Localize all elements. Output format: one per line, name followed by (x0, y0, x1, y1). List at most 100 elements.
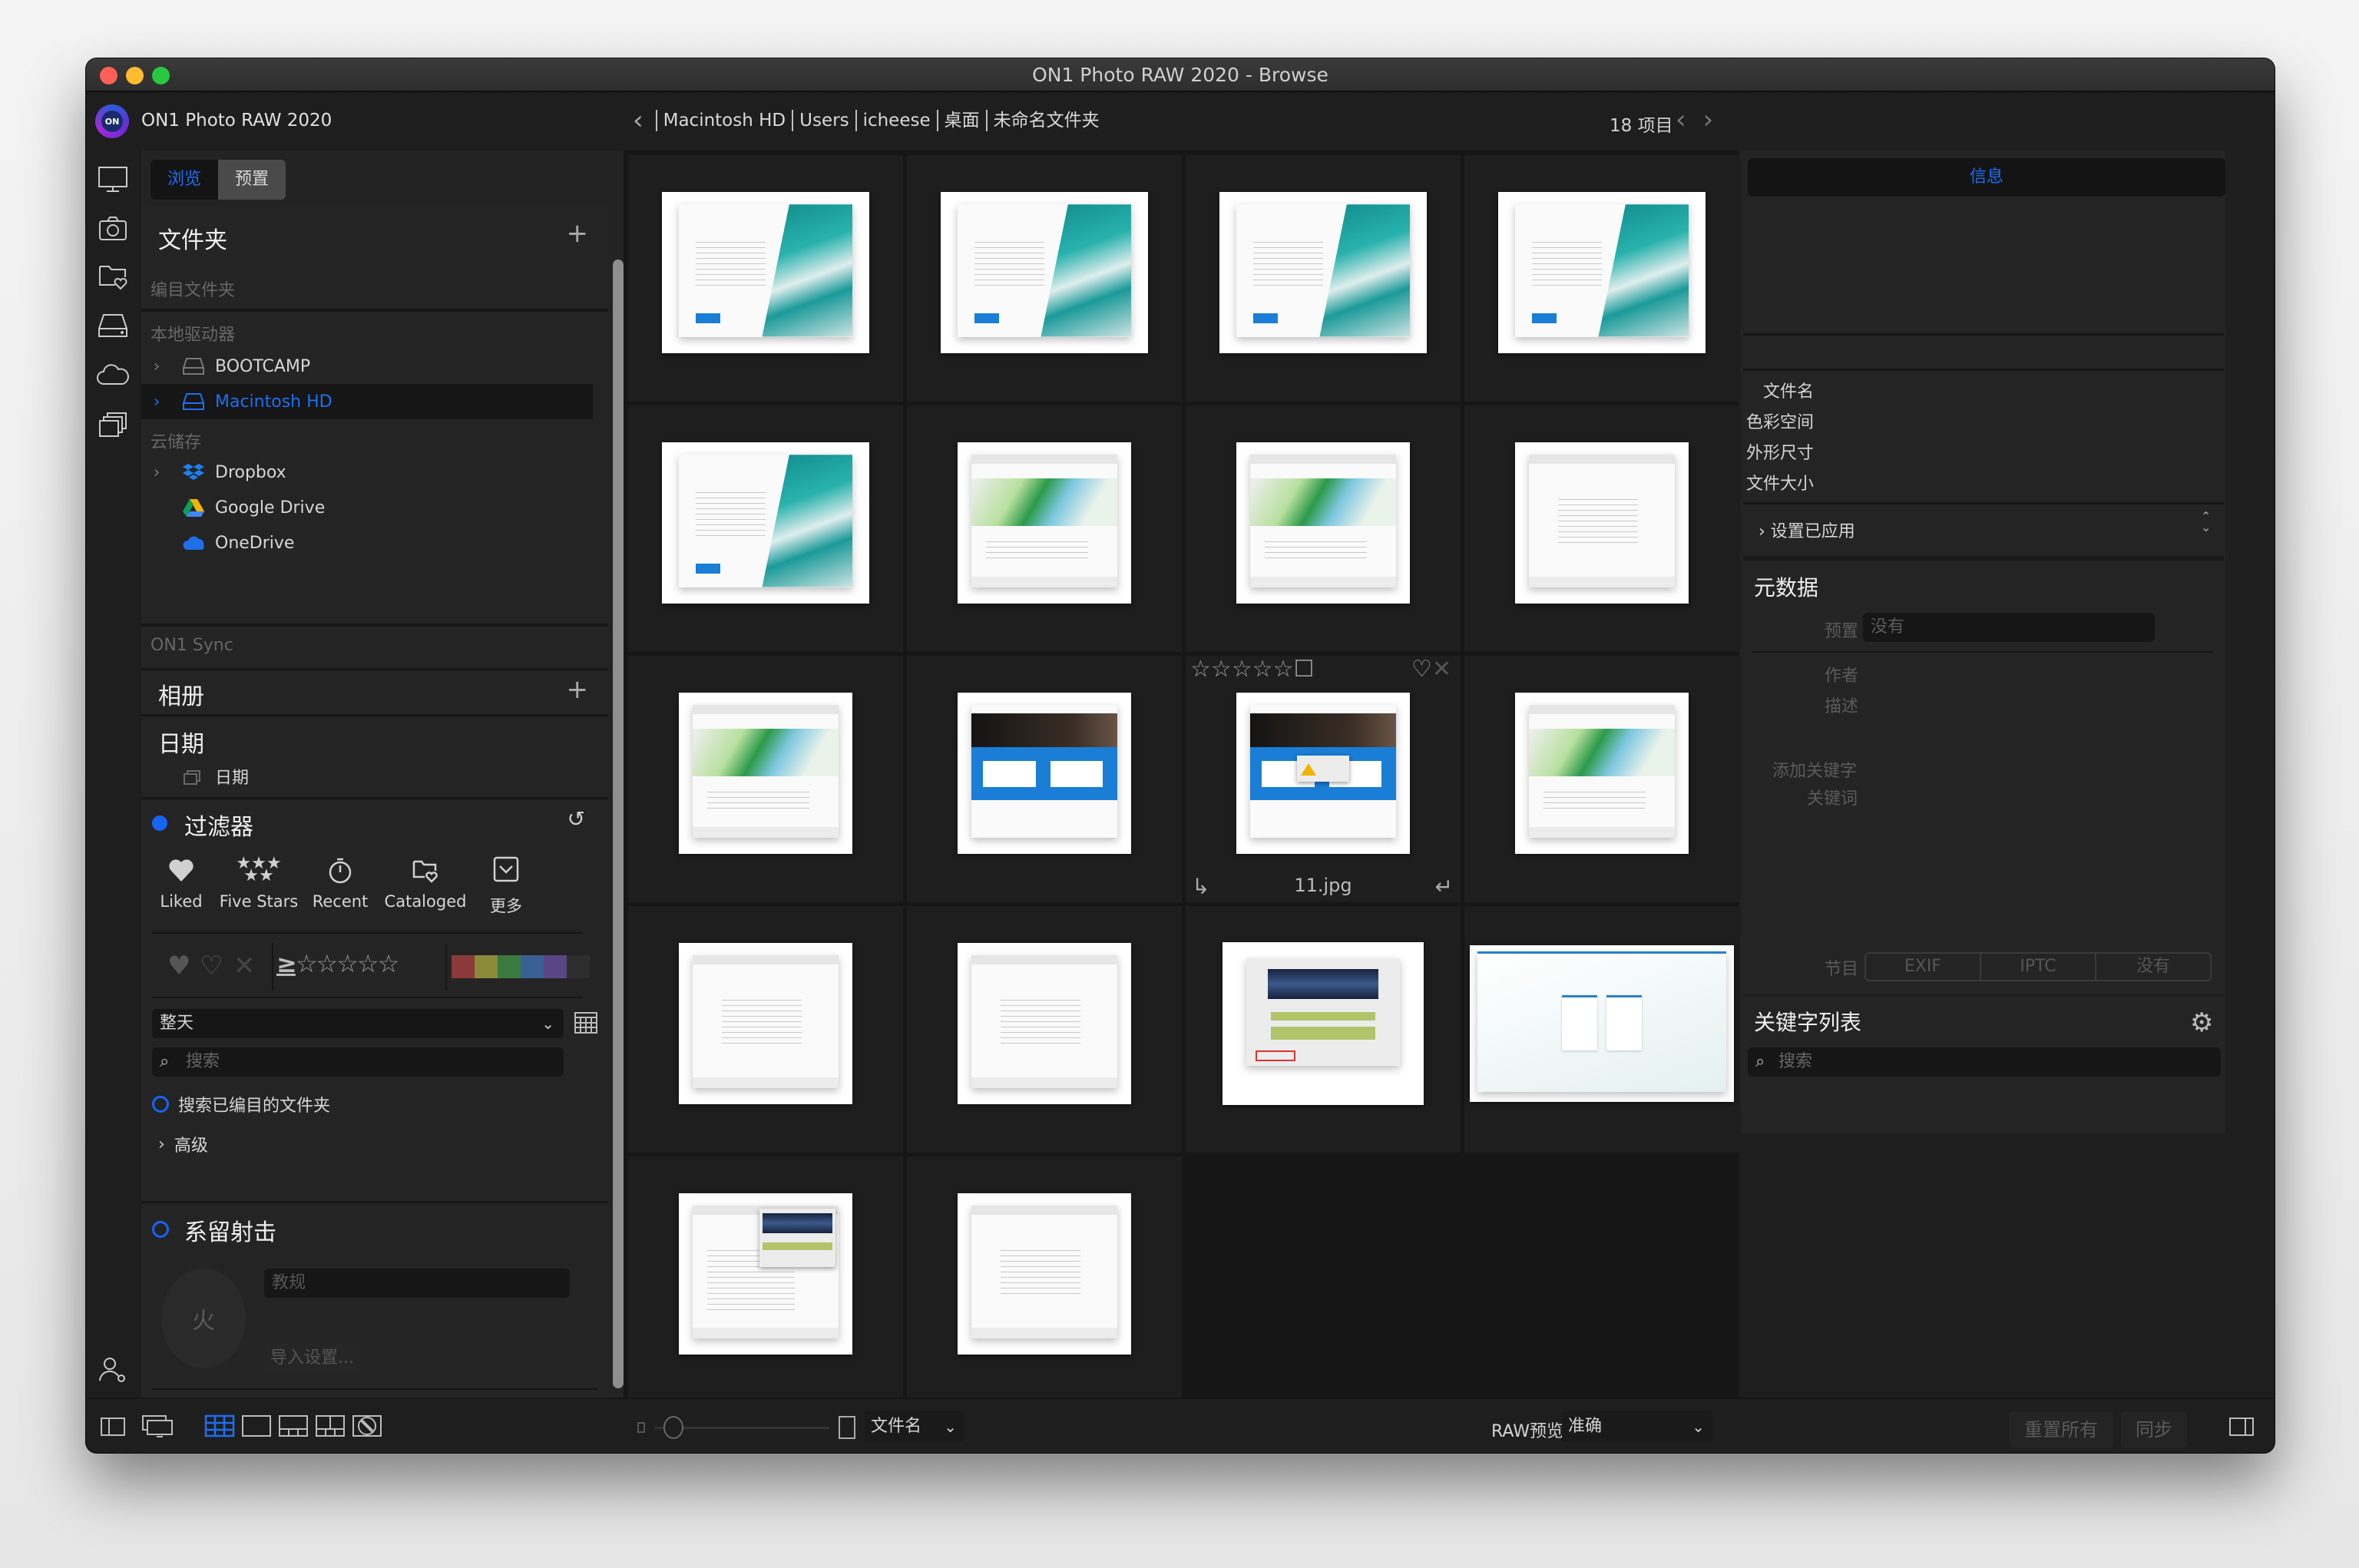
map-view-icon[interactable] (352, 1411, 382, 1441)
cloud-row-google-drive[interactable]: Google Drive (141, 490, 593, 525)
thumbnail-image[interactable] (662, 191, 869, 353)
search-cataloged-option[interactable]: 搜索已编目的文件夹 (152, 1092, 330, 1116)
add-keyword-label[interactable]: 添加关键字 (1772, 757, 1857, 782)
color-label-red[interactable] (452, 955, 475, 978)
import-settings-button[interactable]: 导入设置... (264, 1344, 360, 1373)
color-label-yellow[interactable] (475, 955, 498, 978)
cloud-row-onedrive[interactable]: OneDrive (141, 525, 593, 561)
thumbnail-size-slider-handle[interactable] (663, 1416, 683, 1439)
thumbnail-cell[interactable] (1464, 405, 1739, 652)
breadcrumb-item[interactable]: 未命名文件夹 (985, 110, 1106, 131)
drive-row-bootcamp[interactable]: › BOOTCAMP (141, 349, 593, 384)
next-arrow-icon[interactable]: › (1703, 104, 1731, 135)
heart-outline-icon[interactable]: ♡ (1411, 656, 1432, 683)
thumbnail-image[interactable] (1236, 442, 1410, 604)
grid-view-icon[interactable] (204, 1411, 235, 1441)
unliked-filter-icon[interactable]: ♡ (200, 951, 223, 981)
thumbnail-image[interactable] (1515, 442, 1689, 604)
thumbnail-image[interactable] (679, 692, 852, 854)
thumbnail-cell[interactable] (628, 155, 903, 402)
thumbnail-cell[interactable] (1186, 155, 1461, 402)
filter-search-input[interactable]: ⌕ 搜索 (152, 1047, 564, 1077)
tab-browse[interactable]: 浏览 (151, 160, 218, 200)
breadcrumb-item[interactable]: 桌面 (936, 110, 986, 131)
zoom-window-button[interactable] (152, 67, 170, 84)
thumbnail-image[interactable] (1236, 692, 1410, 854)
keyword-search-input[interactable]: ⌕ 搜索 (1748, 1047, 2221, 1077)
advanced-toggle[interactable]: › 高级 (158, 1132, 208, 1156)
thumbnail-image[interactable] (941, 191, 1148, 353)
computer-icon[interactable] (96, 163, 130, 197)
filter-five-stars-button[interactable]: ★★★ ★★ Five Stars (217, 854, 301, 911)
cloud-icon[interactable] (96, 358, 130, 392)
filter-enabled-toggle[interactable] (152, 815, 167, 831)
thumbnail-cell[interactable] (907, 656, 1182, 902)
tab-info[interactable]: 信息 (1748, 158, 2225, 197)
on1-sync-section[interactable]: ON1 Sync (141, 627, 608, 670)
segment-iptc[interactable]: IPTC (1980, 954, 2095, 980)
thumbnail-image[interactable] (958, 442, 1131, 604)
thumbnail-image[interactable] (679, 942, 852, 1104)
thumbnail-image[interactable] (958, 942, 1131, 1104)
thumbnail-cell[interactable] (1464, 155, 1739, 402)
thumbnail-cell[interactable] (628, 405, 903, 652)
add-folder-button[interactable]: + (567, 218, 589, 249)
thumbnail-image[interactable] (958, 1193, 1131, 1355)
thumbnail-like-reject[interactable]: ♡✕ (1411, 656, 1451, 683)
large-thumb-icon[interactable] (839, 1416, 855, 1439)
breadcrumb-item[interactable]: Users (792, 110, 855, 131)
thumbnail-cell[interactable] (628, 906, 903, 1153)
close-window-button[interactable] (100, 67, 117, 84)
thumbnail-star-rating[interactable]: ☆☆☆☆☆☐ (1190, 656, 1314, 683)
reset-filters-icon[interactable]: ↺ (567, 806, 585, 832)
tether-preset-field[interactable]: 教规 (264, 1269, 570, 1298)
filter-recent-button[interactable]: Recent (306, 854, 375, 911)
thumbnail-cell[interactable] (1464, 656, 1739, 902)
time-range-dropdown[interactable]: 整天 ⌄ (152, 1009, 564, 1038)
thumbnail-image[interactable] (1470, 944, 1734, 1102)
rejected-filter-icon[interactable]: ✕ (233, 951, 256, 981)
color-label-none[interactable] (567, 955, 590, 978)
previous-arrow-icon[interactable]: ‹ (1676, 104, 1703, 135)
thumbnail-cell[interactable] (628, 1156, 903, 1403)
rotate-right-icon[interactable]: ↵ (1435, 874, 1453, 899)
sync-button[interactable]: 同步 (2121, 1411, 2187, 1448)
thumbnail-image[interactable] (679, 1193, 852, 1355)
thumbnail-image[interactable] (1223, 941, 1424, 1105)
camera-icon[interactable] (96, 212, 130, 246)
sort-by-dropdown[interactable]: 文件名 ⌄ (865, 1411, 964, 1442)
breadcrumb-item[interactable]: Macintosh HD (655, 110, 792, 131)
thumbnail-cell[interactable] (1186, 405, 1461, 652)
settings-applied-toggle[interactable]: › 设置已应用 (1758, 518, 1855, 542)
thumbnail-cell[interactable] (907, 1156, 1182, 1403)
color-label-green[interactable] (498, 955, 521, 978)
thumbnail-cell[interactable]: ☆☆☆☆☆☐ ♡✕ ↳ 11.jpg ↵ (1186, 656, 1461, 902)
thumbnail-cell[interactable] (907, 405, 1182, 652)
raw-preview-dropdown[interactable]: 准确 ⌄ (1562, 1411, 1712, 1442)
thumbnail-image[interactable] (958, 692, 1131, 854)
filmstrip-view-icon[interactable] (278, 1411, 309, 1441)
segment-exif[interactable]: EXIF (1866, 954, 1980, 980)
thumbnail-image[interactable] (662, 442, 869, 604)
filter-cataloged-button[interactable]: Cataloged (379, 854, 471, 911)
detail-view-icon[interactable] (241, 1411, 272, 1441)
thumbnail-cell[interactable] (907, 906, 1182, 1153)
favorite-folder-icon[interactable] (96, 260, 130, 293)
reset-all-button[interactable]: 重置所有 (2009, 1411, 2113, 1448)
star-rating-filter[interactable]: ≥☆☆☆☆☆ (276, 949, 399, 978)
expand-chevron-icon[interactable]: › (141, 463, 172, 482)
expand-chevron-icon[interactable]: › (141, 357, 172, 376)
calendar-icon[interactable] (573, 1009, 599, 1035)
back-chevron-icon[interactable]: ‹ (633, 108, 644, 134)
color-label-blue[interactable] (521, 955, 544, 978)
metadata-description-label[interactable]: 描述 (1825, 693, 1858, 717)
left-panel-scrollbar[interactable] (613, 260, 624, 1388)
thumbnail-cell[interactable] (1464, 906, 1739, 1153)
up-down-stepper-icon[interactable]: ⌃ ⌄ (2201, 511, 2211, 534)
small-thumb-icon[interactable] (637, 1422, 645, 1433)
thumbnail-image[interactable] (1515, 692, 1689, 854)
thumbnail-cell[interactable] (628, 656, 903, 902)
date-item[interactable]: 日期 (141, 759, 593, 794)
compare-view-icon[interactable] (315, 1411, 346, 1441)
liked-filter-icon[interactable]: ♥ (167, 951, 190, 981)
